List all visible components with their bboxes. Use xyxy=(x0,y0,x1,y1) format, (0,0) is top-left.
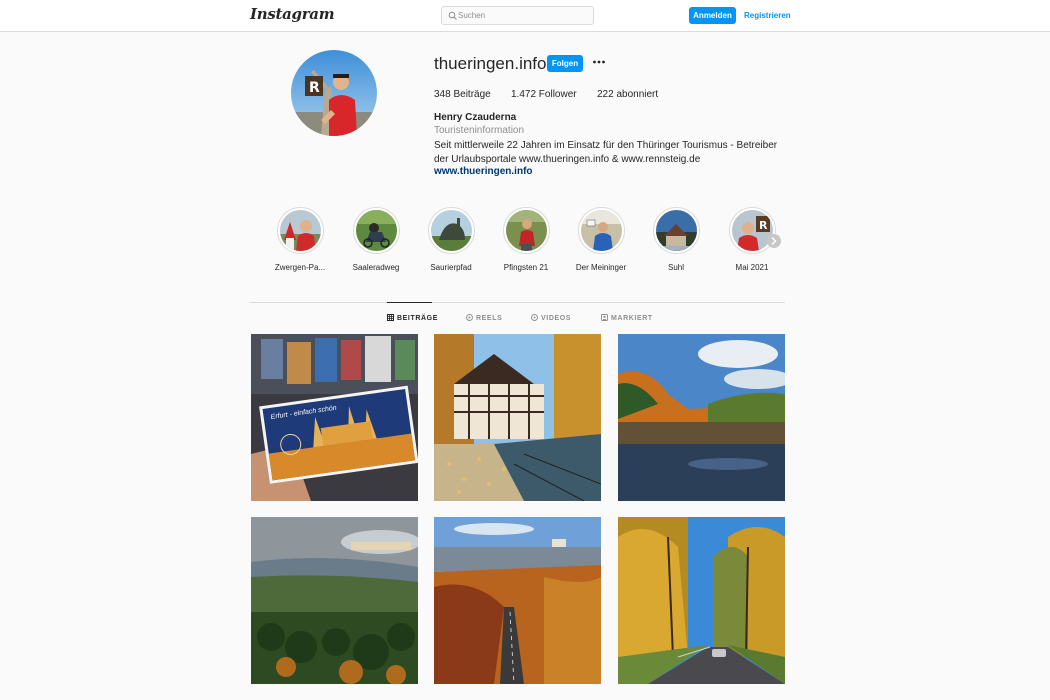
post-thumbnail[interactable] xyxy=(251,517,418,684)
highlight-label: Suhl xyxy=(667,263,684,272)
top-nav-bar: Instagram Anmelden Registrieren xyxy=(0,0,1050,32)
search-icon xyxy=(448,11,457,20)
tab-label: MARKIERT xyxy=(611,315,653,322)
highlight-ring xyxy=(353,207,400,254)
tab-videos[interactable]: VIDEOS xyxy=(531,314,571,326)
register-link[interactable]: Registrieren xyxy=(744,7,791,24)
tab-label: VIDEOS xyxy=(541,315,572,322)
grid-icon xyxy=(387,314,394,321)
profile-website-link[interactable]: www.thueringen.info xyxy=(434,166,533,177)
chevron-right-icon xyxy=(771,237,777,245)
highlight-item[interactable]: Pfingsten 21 xyxy=(491,207,561,277)
highlight-label: Mai 2021 xyxy=(735,263,769,272)
highlight-label: Saurierpfad xyxy=(430,263,472,272)
highlight-thumbnail xyxy=(656,210,697,251)
tab-label: BEITRÄGE xyxy=(397,315,438,322)
following-count[interactable]: 222 abonniert xyxy=(597,89,658,100)
reels-icon xyxy=(466,314,473,321)
highlight-item[interactable]: Suhl xyxy=(641,207,711,277)
highlight-ring xyxy=(277,207,324,254)
svg-text:R: R xyxy=(309,80,320,96)
post-thumbnail[interactable] xyxy=(618,334,785,501)
instagram-logo[interactable]: Instagram xyxy=(250,5,335,23)
highlight-thumbnail xyxy=(356,210,397,251)
post-thumbnail[interactable] xyxy=(434,334,601,501)
highlight-thumbnail: R xyxy=(732,210,773,251)
search-box[interactable] xyxy=(441,6,594,25)
highlight-label: Zwergen-Pa... xyxy=(274,263,326,272)
svg-text:R: R xyxy=(759,219,768,232)
profile-bio: Seit mittlerweile 22 Jahren im Einsatz f… xyxy=(434,140,778,165)
tagged-icon xyxy=(601,314,608,321)
video-icon xyxy=(531,314,538,321)
tab-posts[interactable]: BEITRÄGE xyxy=(387,314,438,326)
tabs-divider xyxy=(250,302,785,303)
highlight-label: Saaleradweg xyxy=(352,263,400,272)
highlight-thumbnail xyxy=(431,210,472,251)
highlight-label: Der Meininger xyxy=(575,263,627,272)
highlight-thumbnail xyxy=(280,210,321,251)
highlight-item[interactable]: Saaleradweg xyxy=(341,207,411,277)
profile-avatar[interactable]: R xyxy=(291,50,377,136)
highlight-item[interactable]: Zwergen-Pa... xyxy=(265,207,335,277)
profile-full-name: Henry Czauderna xyxy=(434,112,517,123)
highlight-item[interactable]: Saurierpfad xyxy=(416,207,486,277)
active-tab-indicator xyxy=(387,302,432,303)
search-input[interactable] xyxy=(458,7,590,24)
profile-username: thueringen.info xyxy=(434,54,547,73)
post-thumbnail[interactable] xyxy=(618,517,785,684)
post-thumbnail[interactable] xyxy=(434,517,601,684)
post-thumbnail[interactable]: Erfurt - einfach schön xyxy=(251,334,418,501)
highlight-ring xyxy=(503,207,550,254)
follow-button[interactable]: Folgen xyxy=(547,55,583,72)
login-button[interactable]: Anmelden xyxy=(689,7,736,24)
followers-count[interactable]: 1.472 Follower xyxy=(511,89,577,100)
more-options-icon[interactable] xyxy=(592,54,606,70)
highlight-item[interactable]: Der Meininger xyxy=(566,207,636,277)
highlight-thumbnail xyxy=(581,210,622,251)
highlight-ring: R xyxy=(729,207,776,254)
highlights-next-button[interactable] xyxy=(767,234,781,248)
highlight-ring xyxy=(653,207,700,254)
profile-category: Touristeninformation xyxy=(434,125,525,136)
tab-reels[interactable]: REELS xyxy=(466,314,502,326)
highlight-ring xyxy=(428,207,475,254)
highlight-ring xyxy=(578,207,625,254)
highlight-label: Pfingsten 21 xyxy=(503,263,549,272)
tab-label: REELS xyxy=(476,315,503,322)
highlight-thumbnail xyxy=(506,210,547,251)
posts-count: 348 Beiträge xyxy=(434,89,491,100)
tab-tagged[interactable]: MARKIERT xyxy=(601,314,653,326)
